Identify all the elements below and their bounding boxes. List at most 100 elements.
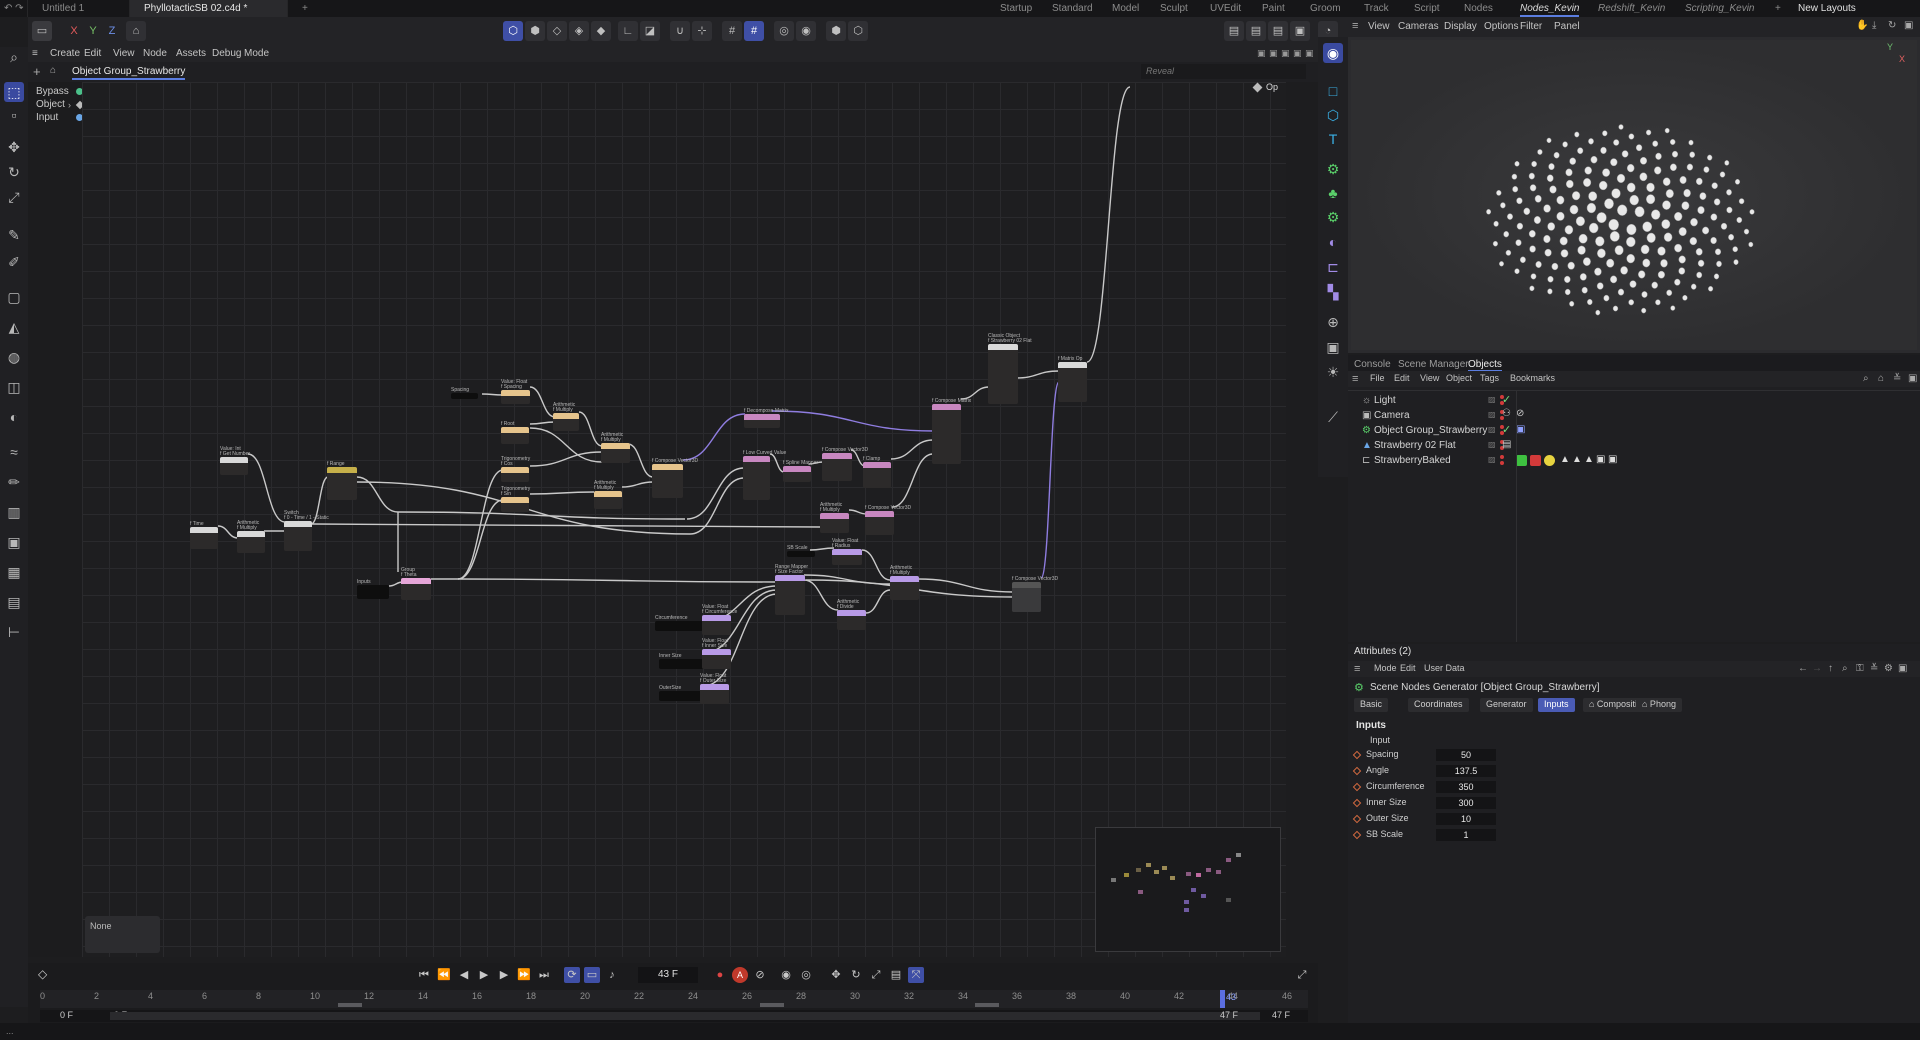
playhead[interactable] <box>1220 990 1225 1008</box>
layer-check-icon[interactable]: ▨ <box>1488 440 1496 449</box>
layer-check-icon[interactable]: ▨ <box>1488 410 1496 419</box>
graph-node[interactable] <box>401 578 431 600</box>
prev-key-icon[interactable]: ⏪ <box>436 967 452 983</box>
attributes-menu-edit[interactable]: Edit <box>1400 663 1416 673</box>
keyframe-diamond-icon[interactable] <box>1352 814 1362 824</box>
attributes-menu-user-data[interactable]: User Data <box>1424 663 1465 673</box>
preview-end[interactable]: 47 F <box>1220 1010 1238 1020</box>
graph-node[interactable] <box>327 467 357 500</box>
viewport-menu-panel[interactable]: Panel <box>1554 21 1580 32</box>
extrude-icon[interactable]: ◍ <box>4 347 24 367</box>
graph-node[interactable] <box>865 511 894 535</box>
polygon-pen-icon[interactable]: ▢ <box>4 287 24 307</box>
node-menu-view[interactable]: View <box>113 48 135 59</box>
texture-tag-icon[interactable]: ▲ <box>1572 454 1582 465</box>
graph-node[interactable] <box>988 344 1018 404</box>
scale-key-icon[interactable]: ⤢ <box>868 967 884 983</box>
render-dot[interactable] <box>1500 461 1504 465</box>
coordinate-system-icon[interactable]: ⌂ <box>126 21 146 41</box>
hamburger-icon[interactable]: ≡ <box>32 48 38 59</box>
subdivision-icon[interactable]: ⚙ <box>1323 159 1343 179</box>
text-object-icon[interactable]: T <box>1323 129 1343 149</box>
sculpt-icon[interactable]: ≈ <box>4 442 24 462</box>
check-tag-icon[interactable]: ✓ <box>1502 423 1511 436</box>
keyframe-diamond-icon[interactable] <box>1352 798 1362 808</box>
sound-icon[interactable]: ♪ <box>604 967 620 983</box>
autokey-icon[interactable]: A <box>732 967 748 983</box>
range-slider[interactable] <box>110 1012 1260 1020</box>
grid-snap-icon[interactable]: # <box>722 21 742 41</box>
3d-viewport[interactable]: Y X <box>1351 40 1917 350</box>
object-row[interactable]: ⊏ StrawberryBaked ▨ <box>1352 454 1916 469</box>
texture-tag-icon[interactable]: ▲ <box>1584 454 1594 465</box>
graph-node[interactable] <box>284 521 312 551</box>
zoom-icon[interactable]: ⤓ <box>1872 20 1876 31</box>
camera-view-icon[interactable]: ◉ <box>1323 43 1343 63</box>
cube-object-icon[interactable]: □ <box>1323 81 1343 101</box>
model-mode-icon[interactable]: ⬡ <box>503 21 523 41</box>
layout-script[interactable]: Script <box>1414 0 1440 17</box>
node-menu-mode[interactable]: Mode <box>244 48 269 59</box>
effector-icon[interactable]: ⚙ <box>1323 207 1343 227</box>
tab-phong[interactable]: ⌂ Phong <box>1636 698 1682 712</box>
next-key-icon[interactable]: ⏩ <box>516 967 532 983</box>
search-icon[interactable]: ⌕ <box>1842 663 1848 674</box>
layer-check-icon[interactable]: ▨ <box>1488 455 1496 464</box>
attr-value-field[interactable]: 300 <box>1436 797 1496 809</box>
graph-node[interactable] <box>775 575 805 615</box>
filter-icon[interactable]: ≚ <box>1893 373 1901 384</box>
layout--[interactable]: + <box>1775 0 1781 17</box>
box-select-icon[interactable]: ▫ <box>4 105 24 125</box>
viewport-hamburger-icon[interactable]: ≡ <box>1352 20 1358 32</box>
new-window-icon[interactable]: ▣ <box>1908 373 1917 384</box>
range-start[interactable]: 0 F <box>60 1010 73 1020</box>
render-target-icon[interactable]: ◎ <box>774 21 794 41</box>
material-tag-icon[interactable] <box>1530 455 1541 466</box>
layout-new-layouts[interactable]: New Layouts <box>1798 0 1856 17</box>
graph-node[interactable] <box>702 649 731 669</box>
object-row[interactable]: ⚙ Object Group_Strawberry ▨ <box>1352 424 1916 439</box>
graph-node[interactable] <box>863 462 891 488</box>
graph-node[interactable] <box>783 466 811 482</box>
preview-range-icon[interactable]: ▭ <box>584 967 600 983</box>
node-menu-debug[interactable]: Debug <box>212 48 241 59</box>
sphere-icon[interactable]: ⬡ <box>848 21 868 41</box>
render-view-icon[interactable]: ▤ <box>1224 21 1244 41</box>
attr-value-field[interactable]: 137.5 <box>1436 765 1496 777</box>
graph-node[interactable] <box>451 393 478 399</box>
layout-paint[interactable]: Paint <box>1262 0 1285 17</box>
layer-check-icon[interactable]: ▨ <box>1488 425 1496 434</box>
node-menu-node[interactable]: Node <box>143 48 167 59</box>
texture-tag-icon[interactable]: ▲ <box>1560 454 1570 465</box>
object-row[interactable]: ▲ Strawberry 02 Flat ▨ <box>1352 439 1916 454</box>
loop-icon[interactable]: ⟳ <box>564 967 580 983</box>
tab-generator[interactable]: Generator <box>1480 698 1533 712</box>
material-tag-icon[interactable] <box>1544 455 1555 466</box>
move-key-icon[interactable]: ✥ <box>828 967 844 983</box>
environment-icon[interactable]: ⊕ <box>1323 312 1343 332</box>
edit-render-settings-icon[interactable]: ▣ <box>1290 21 1310 41</box>
objects-menu-view[interactable]: View <box>1420 373 1439 383</box>
graph-node[interactable] <box>700 684 729 704</box>
record-icon[interactable]: ● <box>712 967 728 983</box>
position-key-icon[interactable]: ◉ <box>778 967 794 983</box>
tab-coordinates[interactable]: Coordinates <box>1408 698 1469 712</box>
list-icon[interactable]: ▣ <box>1269 48 1278 59</box>
keyframe-icon[interactable]: ◇ <box>38 967 47 981</box>
forward-arrow-icon[interactable]: → <box>1812 663 1822 674</box>
polygon-mode-icon[interactable]: ◆ <box>591 21 611 41</box>
magnet-icon[interactable]: ∪ <box>670 21 690 41</box>
bevel-icon[interactable]: ◫ <box>4 377 24 397</box>
graph-node[interactable] <box>744 414 780 428</box>
scale-tool-icon[interactable]: ⤢ <box>4 187 24 207</box>
graph-node[interactable] <box>832 549 862 565</box>
object-name[interactable]: Light <box>1374 395 1396 406</box>
layout-redshift-kevin[interactable]: Redshift_Kevin <box>1598 0 1665 17</box>
objects-menu-file[interactable]: File <box>1370 373 1385 383</box>
new-window-icon[interactable]: ▣ <box>1898 663 1907 674</box>
texture-tag-icon[interactable]: ▣ <box>1608 454 1617 465</box>
range-bar[interactable]: 0 F 0 F 47 F 47 F <box>40 1010 1308 1022</box>
layout-scripting-kevin[interactable]: Scripting_Kevin <box>1685 0 1754 17</box>
back-arrow-icon[interactable]: ← <box>1798 663 1808 674</box>
graph-node[interactable] <box>837 610 866 630</box>
